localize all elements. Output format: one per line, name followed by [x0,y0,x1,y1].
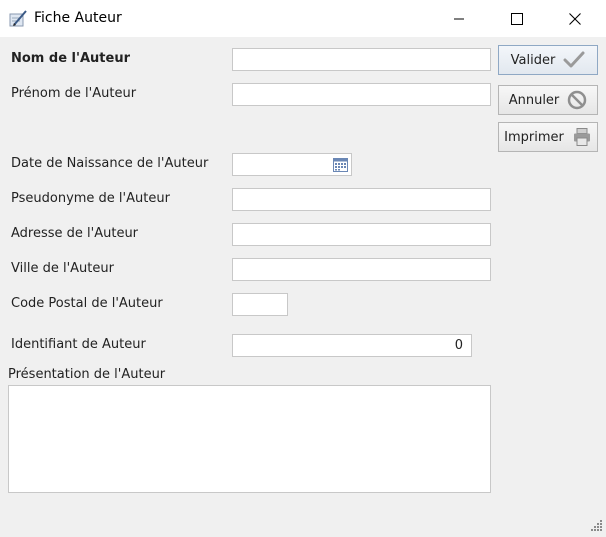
pseudonyme-label: Pseudonyme de l'Auteur [11,191,170,206]
title-bar: Fiche Auteur [0,0,606,37]
printer-icon [573,128,590,146]
calendar-icon[interactable] [333,157,348,176]
resize-grip-icon[interactable] [589,519,603,533]
code-postal-input[interactable] [232,293,288,316]
window-title: Fiche Auteur [34,10,122,26]
naissance-label: Date de Naissance de l'Auteur [11,156,209,171]
identifiant-input[interactable]: 0 [232,334,472,357]
pen-icon [8,9,28,29]
prenom-label: Prénom de l'Auteur [11,86,137,101]
maximize-icon [511,12,523,25]
cancel-icon [568,90,587,110]
annuler-button-label: Annuler [508,92,560,108]
annuler-button[interactable]: Annuler [498,85,598,115]
close-button[interactable] [546,0,604,37]
checkmark-icon [563,51,585,68]
naissance-date-input[interactable] [232,153,352,176]
nom-label: Nom de l'Auteur [11,51,130,66]
pseudonyme-input[interactable] [232,188,491,211]
minimize-icon [454,18,464,19]
nom-input[interactable] [232,48,491,71]
imprimer-button-label: Imprimer [504,129,564,145]
ville-input[interactable] [232,258,491,281]
presentation-textarea[interactable] [8,385,491,493]
close-icon [569,12,581,25]
identifiant-label: Identifiant de Auteur [11,337,146,352]
imprimer-button[interactable]: Imprimer [498,122,598,152]
adresse-label: Adresse de l'Auteur [11,226,139,241]
ville-label: Ville de l'Auteur [11,261,114,276]
prenom-input[interactable] [232,83,491,106]
valider-button[interactable]: Valider [498,45,598,75]
maximize-button[interactable] [488,0,546,37]
code-postal-label: Code Postal de l'Auteur [11,296,163,311]
adresse-input[interactable] [232,223,491,246]
minimize-button[interactable] [430,0,488,37]
valider-button-label: Valider [510,52,556,68]
presentation-label: Présentation de l'Auteur [8,367,166,382]
